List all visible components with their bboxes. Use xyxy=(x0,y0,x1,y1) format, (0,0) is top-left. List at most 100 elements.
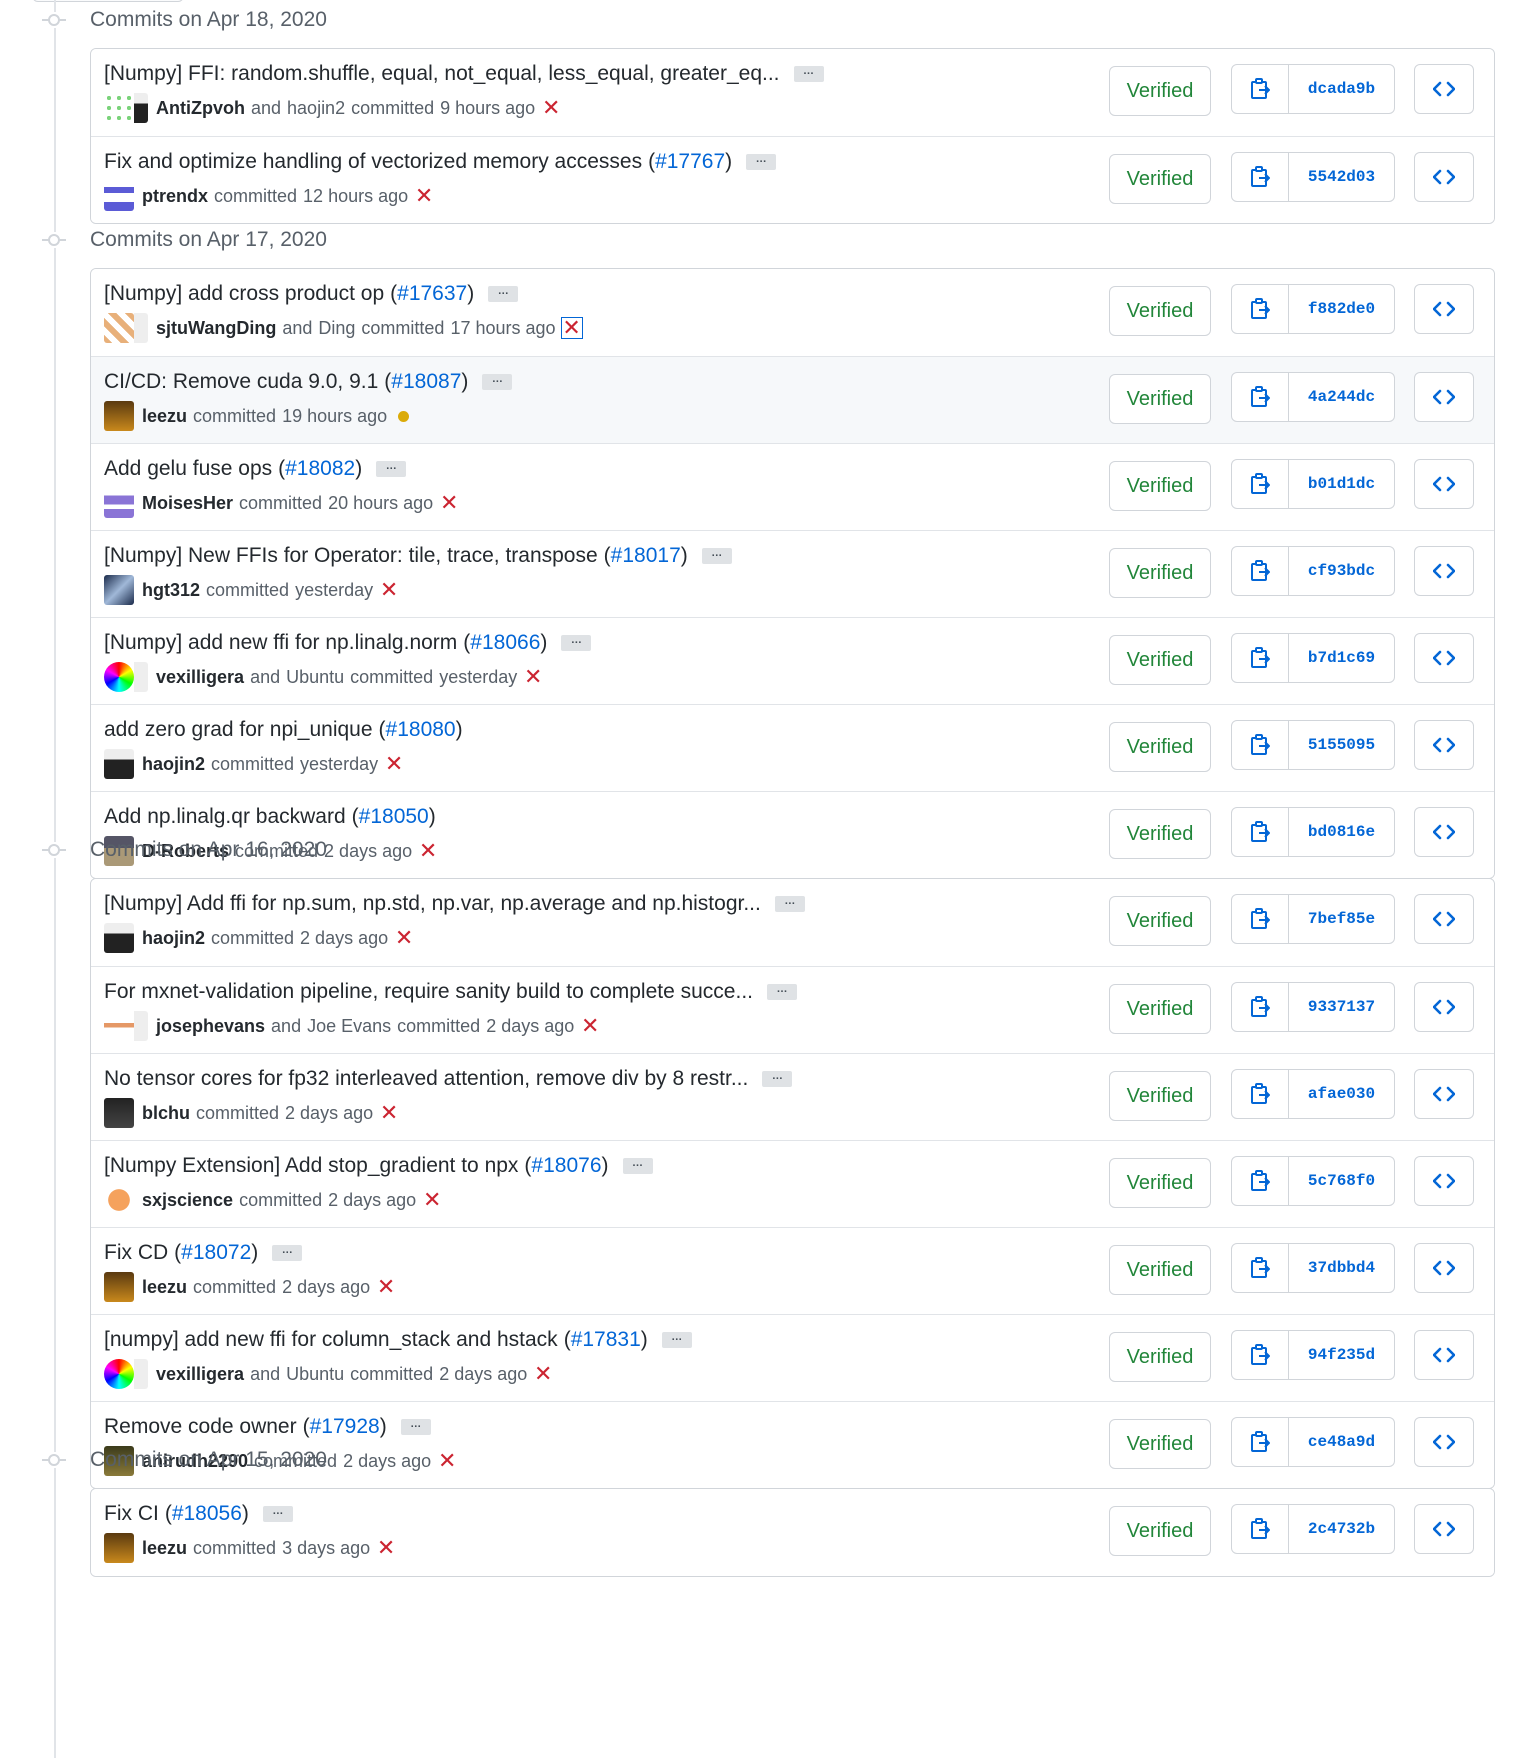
verified-badge[interactable]: Verified xyxy=(1109,154,1211,204)
author-link[interactable]: ptrendx xyxy=(142,186,208,207)
verified-badge[interactable]: Verified xyxy=(1109,286,1211,336)
avatar[interactable] xyxy=(104,313,134,343)
pr-link[interactable]: #17928 xyxy=(310,1415,380,1438)
commit-sha-link[interactable]: f882de0 xyxy=(1289,285,1394,333)
commit-message-link[interactable]: Add np.linalg.qr backward xyxy=(104,805,346,829)
author-link[interactable]: sxjscience xyxy=(142,1190,233,1211)
pr-link[interactable]: #18066 xyxy=(470,631,540,654)
author-link[interactable]: vexilligera xyxy=(156,1364,244,1385)
browse-repo-button[interactable] xyxy=(1414,152,1474,202)
author-link[interactable]: AntiZpvoh xyxy=(156,98,245,119)
verified-badge[interactable]: Verified xyxy=(1109,635,1211,685)
verified-badge[interactable]: Verified xyxy=(1109,461,1211,511)
copy-sha-button[interactable] xyxy=(1232,1157,1289,1205)
copy-sha-button[interactable] xyxy=(1232,1331,1289,1379)
commit-sha-link[interactable]: cf93bdc xyxy=(1289,547,1394,595)
commit-sha-link[interactable]: dcada9b xyxy=(1289,65,1394,113)
author-link[interactable]: hgt312 xyxy=(142,580,200,601)
browse-repo-button[interactable] xyxy=(1414,1330,1474,1380)
commit-sha-link[interactable]: 37dbbd4 xyxy=(1289,1244,1394,1292)
failure-status-icon[interactable]: ✕ xyxy=(580,1013,600,1038)
verified-badge[interactable]: Verified xyxy=(1109,1245,1211,1295)
expand-message-button[interactable]: … xyxy=(746,154,777,170)
copy-sha-button[interactable] xyxy=(1232,634,1289,682)
expand-message-button[interactable]: … xyxy=(482,374,513,390)
avatar[interactable] xyxy=(134,93,148,123)
commit-message-link[interactable]: Fix and optimize handling of vectorized … xyxy=(104,150,642,174)
failure-status-icon[interactable]: ✕ xyxy=(523,664,543,689)
browse-repo-button[interactable] xyxy=(1414,1504,1474,1554)
author-link[interactable]: vexilligera xyxy=(156,667,244,688)
avatar[interactable] xyxy=(134,1011,148,1041)
expand-message-button[interactable]: … xyxy=(661,1332,692,1348)
failure-status-icon[interactable]: ✕ xyxy=(414,183,434,208)
commit-sha-link[interactable]: 4a244dc xyxy=(1289,373,1394,421)
copy-sha-button[interactable] xyxy=(1232,153,1289,201)
failure-status-icon[interactable]: ✕ xyxy=(533,1361,553,1386)
failure-status-icon[interactable]: ✕ xyxy=(376,1535,396,1560)
copy-sha-button[interactable] xyxy=(1232,65,1289,113)
commit-message-link[interactable]: For mxnet-validation pipeline, require s… xyxy=(104,980,753,1004)
commit-sha-link[interactable]: 9337137 xyxy=(1289,983,1394,1031)
browse-repo-button[interactable] xyxy=(1414,894,1474,944)
verified-badge[interactable]: Verified xyxy=(1109,1158,1211,1208)
browse-repo-button[interactable] xyxy=(1414,1069,1474,1119)
commit-message-link[interactable]: [Numpy] add new ffi for np.linalg.norm xyxy=(104,631,457,655)
verified-badge[interactable]: Verified xyxy=(1109,984,1211,1034)
browse-repo-button[interactable] xyxy=(1414,1243,1474,1293)
author-link[interactable]: blchu xyxy=(142,1103,190,1124)
browse-repo-button[interactable] xyxy=(1414,459,1474,509)
avatar[interactable] xyxy=(134,1359,148,1389)
avatar[interactable] xyxy=(104,1359,134,1389)
copy-sha-button[interactable] xyxy=(1232,373,1289,421)
browse-repo-button[interactable] xyxy=(1414,982,1474,1032)
expand-message-button[interactable]: … xyxy=(701,548,732,564)
author-link[interactable]: leezu xyxy=(142,1538,187,1559)
copy-sha-button[interactable] xyxy=(1232,1505,1289,1553)
copy-sha-button[interactable] xyxy=(1232,895,1289,943)
expand-message-button[interactable]: … xyxy=(561,635,592,651)
commit-message-link[interactable]: add zero grad for npi_unique xyxy=(104,718,373,742)
browse-repo-button[interactable] xyxy=(1414,633,1474,683)
verified-badge[interactable]: Verified xyxy=(1109,1506,1211,1556)
avatar[interactable] xyxy=(104,1272,134,1302)
verified-badge[interactable]: Verified xyxy=(1109,548,1211,598)
copy-sha-button[interactable] xyxy=(1232,1070,1289,1118)
avatar[interactable] xyxy=(104,1185,134,1215)
browse-repo-button[interactable] xyxy=(1414,64,1474,114)
avatar[interactable] xyxy=(104,923,134,953)
pr-link[interactable]: #18017 xyxy=(611,544,681,567)
commit-message-link[interactable]: Add gelu fuse ops xyxy=(104,457,272,481)
pr-link[interactable]: #18072 xyxy=(181,1241,251,1264)
commit-sha-link[interactable]: 2c4732b xyxy=(1289,1505,1394,1553)
verified-badge[interactable]: Verified xyxy=(1109,66,1211,116)
commit-message-link[interactable]: Fix CD xyxy=(104,1241,168,1265)
pr-link[interactable]: #18050 xyxy=(359,805,429,828)
verified-badge[interactable]: Verified xyxy=(1109,896,1211,946)
pr-link[interactable]: #18087 xyxy=(391,370,461,393)
pr-link[interactable]: #18080 xyxy=(386,718,456,741)
author-link[interactable]: sjtuWangDing xyxy=(156,318,276,339)
commit-message-link[interactable]: [Numpy] FFI: random.shuffle, equal, not_… xyxy=(104,62,780,86)
avatar[interactable] xyxy=(104,488,134,518)
avatar[interactable] xyxy=(104,662,134,692)
commit-message-link[interactable]: CI/CD: Remove cuda 9.0, 9.1 xyxy=(104,370,378,394)
verified-badge[interactable]: Verified xyxy=(1109,374,1211,424)
failure-status-icon[interactable]: ✕ xyxy=(379,1100,399,1125)
pr-link[interactable]: #18082 xyxy=(285,457,355,480)
failure-status-icon[interactable]: ✕ xyxy=(379,577,399,602)
pr-link[interactable]: #18076 xyxy=(531,1154,601,1177)
copy-sha-button[interactable] xyxy=(1232,460,1289,508)
avatar[interactable] xyxy=(104,1011,134,1041)
failure-status-icon[interactable]: ✕ xyxy=(560,315,583,340)
author-link[interactable]: MoisesHer xyxy=(142,493,233,514)
browse-repo-button[interactable] xyxy=(1414,720,1474,770)
failure-status-icon[interactable]: ✕ xyxy=(439,490,459,515)
avatar[interactable] xyxy=(104,401,134,431)
expand-message-button[interactable]: … xyxy=(774,896,805,912)
expand-message-button[interactable]: … xyxy=(622,1158,653,1174)
avatar[interactable] xyxy=(104,575,134,605)
author-link[interactable]: leezu xyxy=(142,406,187,427)
verified-badge[interactable]: Verified xyxy=(1109,722,1211,772)
pr-link[interactable]: #17767 xyxy=(655,150,725,173)
